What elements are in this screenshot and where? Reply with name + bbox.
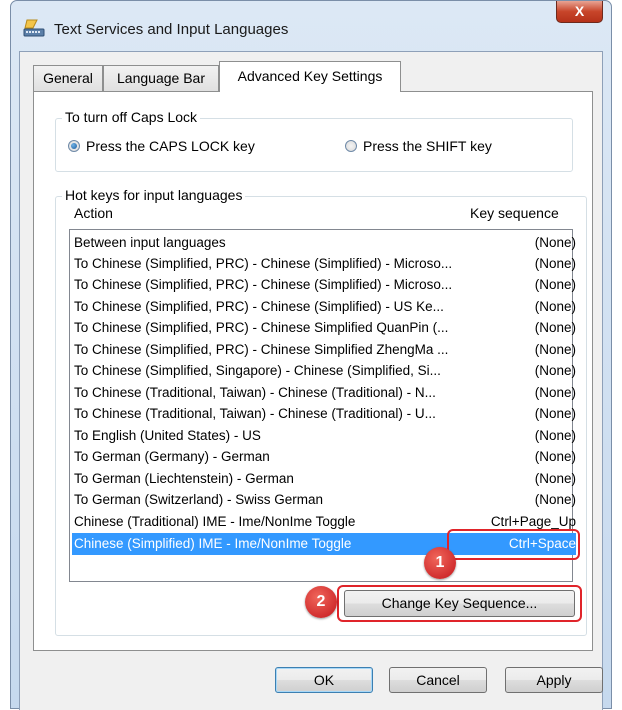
cancel-button[interactable]: Cancel [389, 667, 487, 693]
list-item[interactable]: To Chinese (Simplified, PRC) - Chinese (… [72, 297, 576, 316]
column-header-key-sequence: Key sequence [470, 205, 559, 221]
tab-advanced-key-settings[interactable]: Advanced Key Settings [219, 61, 401, 92]
radio-shift-label: Press the SHIFT key [363, 138, 492, 154]
hot-keys-group-label: Hot keys for input languages [62, 187, 246, 203]
radio-caps-lock-indicator[interactable] [68, 140, 80, 152]
callout-ring-key-sequence [447, 529, 580, 560]
radio-shift[interactable]: Press the SHIFT key [345, 138, 492, 154]
list-item[interactable]: To Chinese (Traditional, Taiwan) - Chine… [72, 404, 576, 423]
tab-general[interactable]: General [33, 65, 103, 91]
list-item[interactable]: To Chinese (Simplified, Singapore) - Chi… [72, 361, 576, 380]
window-title: Text Services and Input Languages [54, 21, 289, 38]
apply-button[interactable]: Apply [505, 667, 603, 693]
radio-caps-lock[interactable]: Press the CAPS LOCK key [68, 138, 255, 154]
list-item[interactable]: To Chinese (Simplified, PRC) - Chinese (… [72, 254, 576, 273]
title-bar[interactable]: Text Services and Input Languages X [11, 1, 611, 51]
list-item[interactable]: To Chinese (Simplified, PRC) - Chinese S… [72, 318, 576, 337]
list-item[interactable]: Between input languages (None) [72, 233, 576, 252]
callout-badge-1: 1 [424, 547, 456, 579]
caps-lock-group-label: To turn off Caps Lock [62, 109, 201, 125]
text-services-icon [23, 19, 45, 37]
list-item[interactable]: To Chinese (Traditional, Taiwan) - Chine… [72, 383, 576, 402]
radio-shift-indicator[interactable] [345, 140, 357, 152]
tab-language-bar[interactable]: Language Bar [103, 65, 219, 91]
ok-button[interactable]: OK [275, 667, 373, 693]
list-item[interactable]: To English (United States) - US (None) [72, 426, 576, 445]
change-key-sequence-button[interactable]: Change Key Sequence... [344, 590, 575, 617]
list-item[interactable]: To German (Switzerland) - Swiss German (N… [72, 490, 576, 509]
callout-badge-2: 2 [305, 586, 337, 618]
list-item[interactable]: To German (Liechtenstein) - German (None) [72, 469, 576, 488]
list-item[interactable]: To Chinese (Simplified, PRC) - Chinese S… [72, 340, 576, 359]
column-header-action: Action [74, 205, 113, 221]
radio-caps-lock-label: Press the CAPS LOCK key [86, 138, 255, 154]
list-item[interactable]: To Chinese (Simplified, PRC) - Chinese (… [72, 275, 576, 294]
close-button[interactable]: X [556, 1, 603, 23]
list-item[interactable]: To German (Germany) - German (None) [72, 447, 576, 466]
